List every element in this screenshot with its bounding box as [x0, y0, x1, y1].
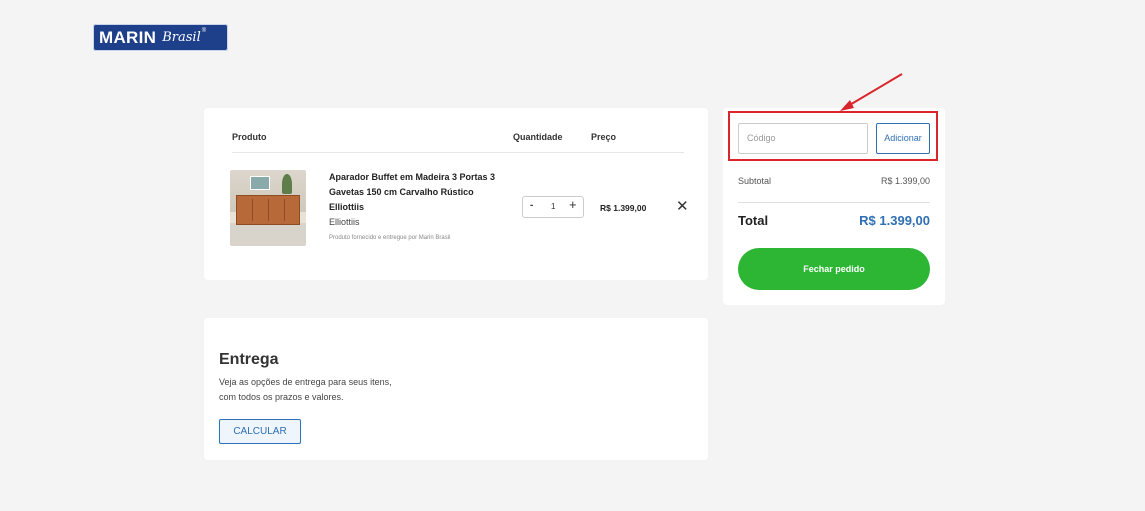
marin-brasil-logo[interactable]: MARIN Brasil ®	[93, 24, 228, 51]
order-summary-card: Código Adicionar Subtotal R$ 1.399,00 To…	[723, 108, 945, 305]
increase-quantity-button[interactable]: +	[569, 197, 577, 212]
shipping-desc-line2: com todos os prazos e valores.	[219, 392, 344, 402]
total-label: Total	[738, 213, 769, 228]
product-name[interactable]: Aparador Buffet em Madeira 3 Portas 3 Ga…	[329, 170, 509, 215]
remove-item-icon[interactable]: ✕	[676, 199, 689, 214]
calculate-shipping-button[interactable]: CALCULAR	[219, 419, 301, 444]
header-product: Produto	[232, 132, 267, 142]
checkout-button[interactable]: Fechar pedido	[738, 248, 930, 290]
shipping-title: Entrega	[219, 351, 279, 368]
total-value: R$ 1.399,00	[859, 213, 930, 228]
item-price: R$ 1.399,00	[600, 203, 647, 213]
product-brand: Elliottiis	[329, 217, 360, 227]
logo-brand: MARIN	[99, 27, 157, 47]
shipping-card: Entrega Veja as opções de entrega para s…	[204, 318, 708, 460]
annotation-arrow-icon	[840, 73, 903, 111]
header-quantity: Quantidade	[513, 132, 563, 142]
quantity-stepper: - 1 +	[522, 196, 584, 218]
cart-header: Produto Quantidade Preço	[232, 130, 684, 153]
shipping-description: Veja as opções de entrega para seus iten…	[219, 375, 439, 405]
subtotal-label: Subtotal	[738, 176, 772, 186]
shipping-desc-line1: Veja as opções de entrega para seus iten…	[219, 377, 392, 387]
logo-registered: ®	[201, 27, 207, 34]
product-seller-note: Produto fornecido e entregue por Marin B…	[329, 235, 451, 241]
decrease-quantity-button[interactable]: -	[530, 200, 533, 211]
header-price: Preço	[591, 132, 617, 142]
add-coupon-button[interactable]: Adicionar	[876, 123, 930, 154]
cart-card: Produto Quantidade Preço Aparador Buffet…	[204, 108, 708, 280]
subtotal-value: R$ 1.399,00	[880, 176, 930, 186]
quantity-value[interactable]: 1	[551, 202, 555, 211]
product-image[interactable]	[230, 170, 306, 246]
coupon-code-input[interactable]: Código	[738, 123, 868, 154]
summary-divider	[738, 202, 930, 203]
logo-script: Brasil	[162, 30, 201, 45]
